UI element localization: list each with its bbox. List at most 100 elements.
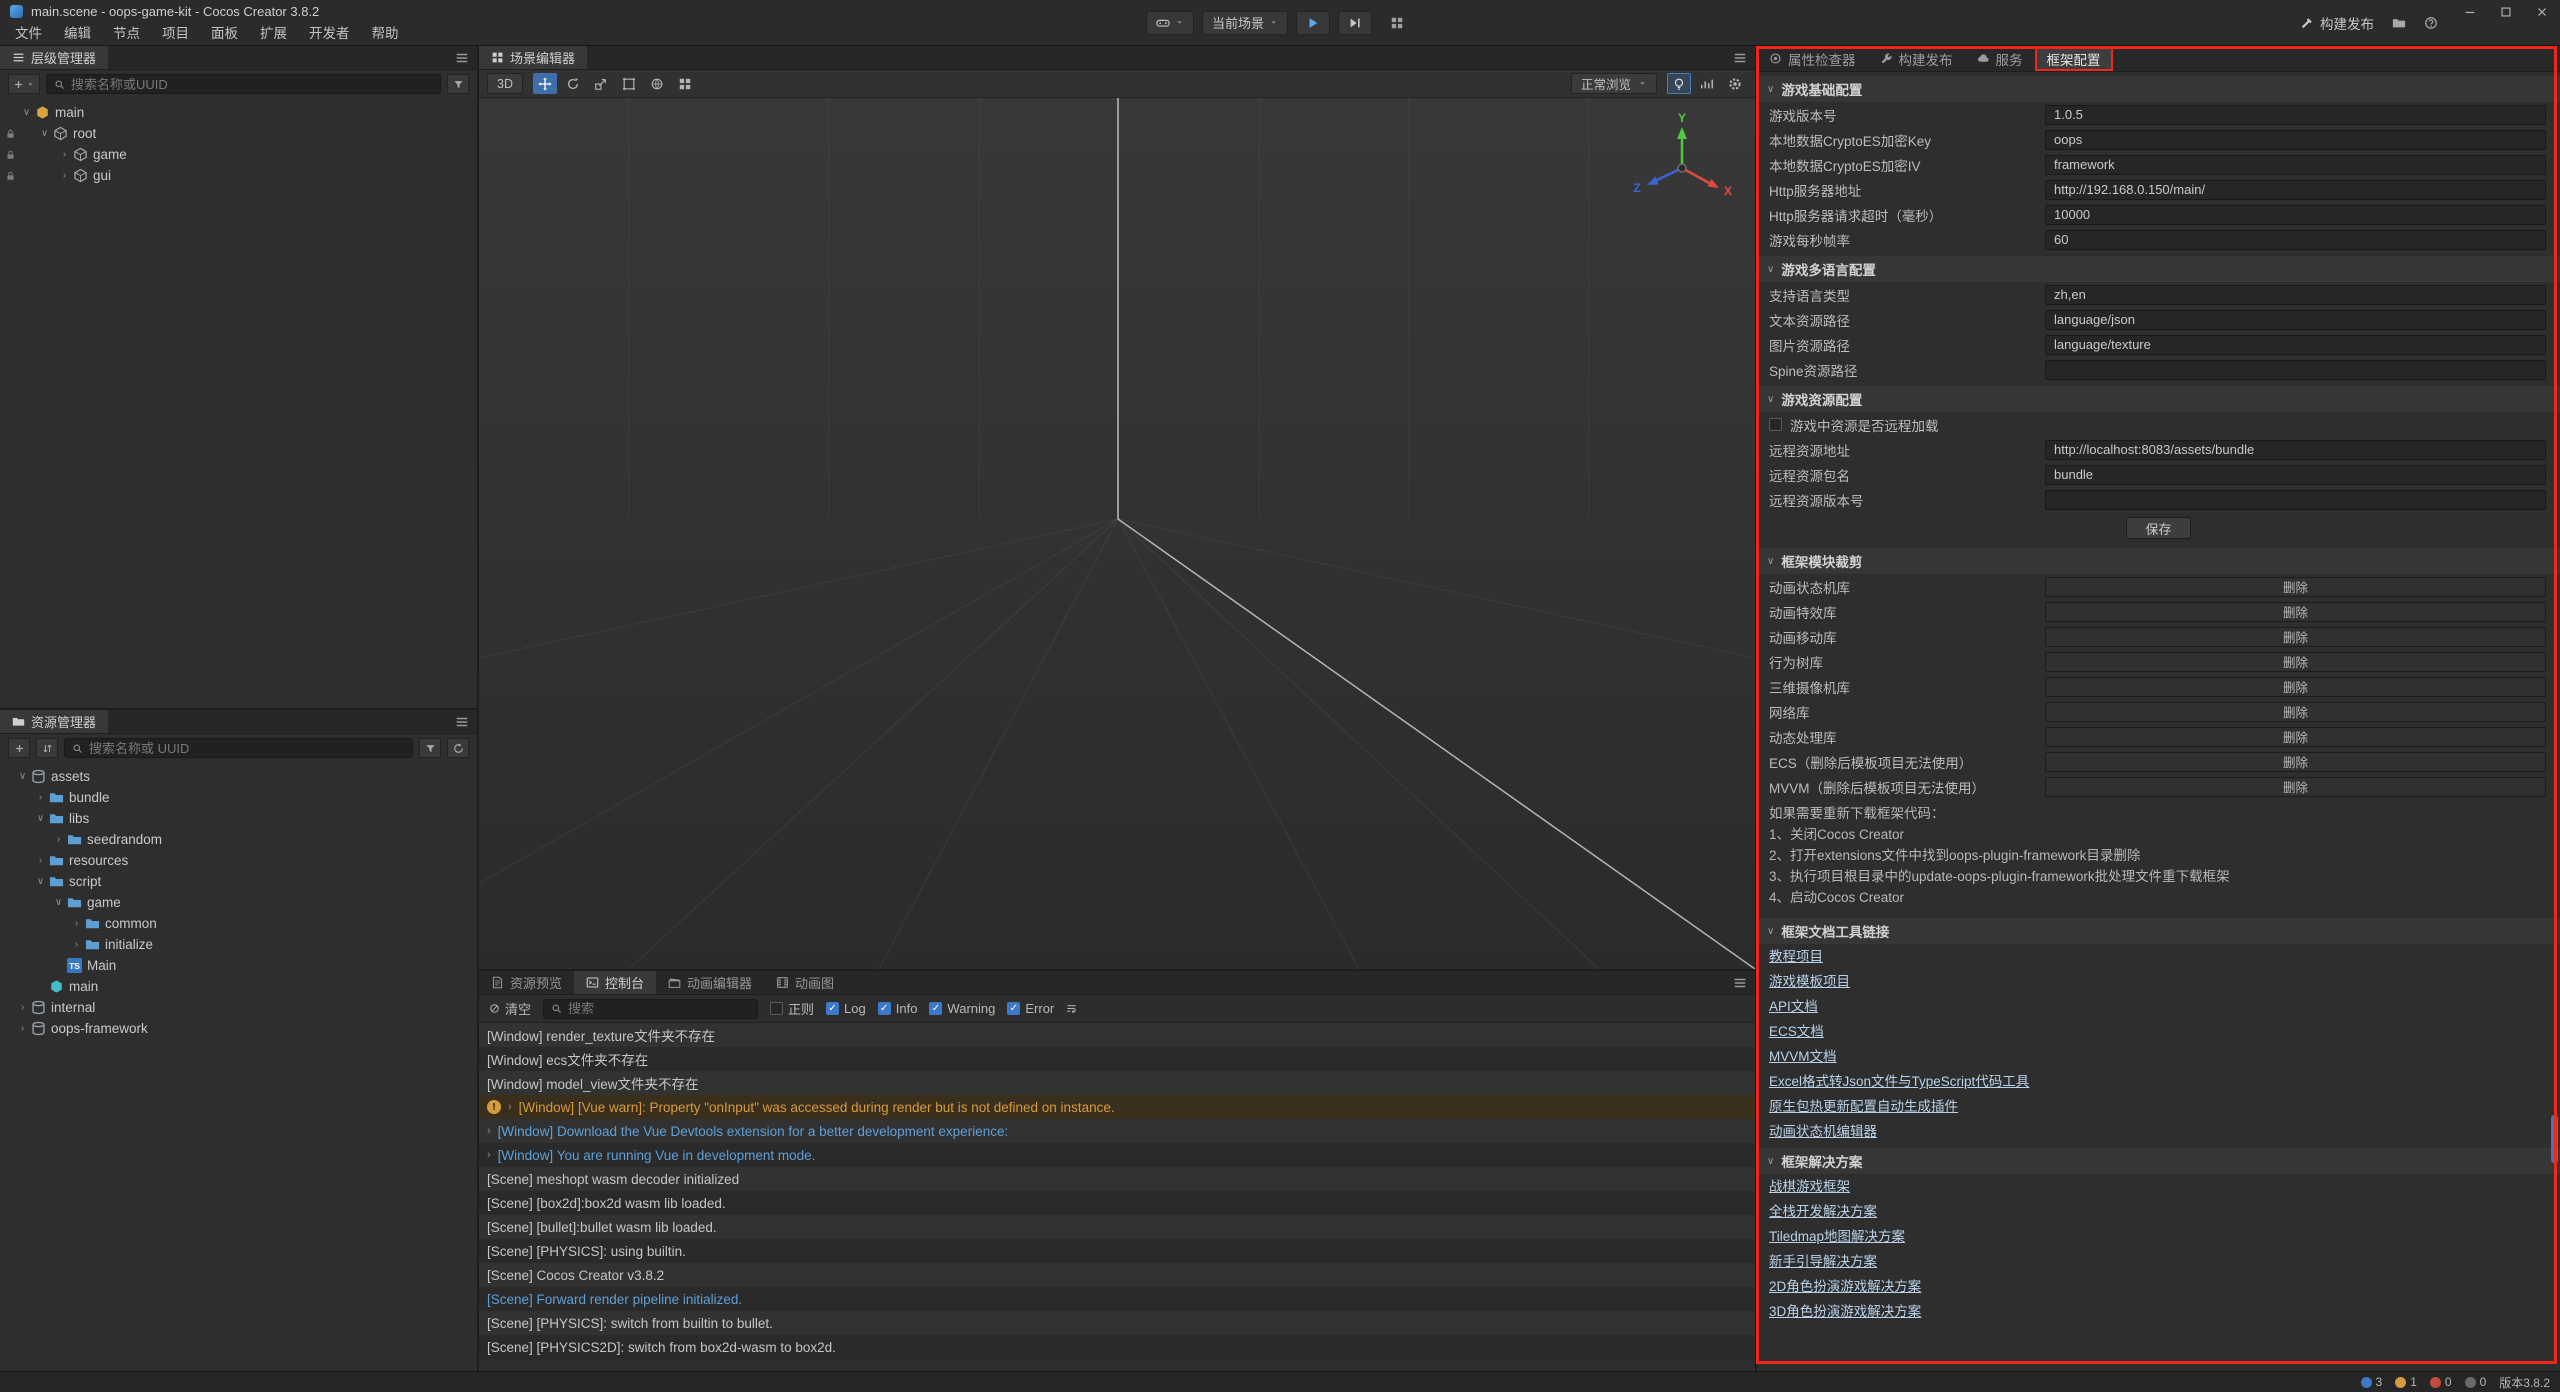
console-search[interactable] xyxy=(543,999,758,1019)
menu-file[interactable]: 文件 xyxy=(4,22,53,46)
text-res-path-input[interactable] xyxy=(2045,310,2546,330)
hierarchy-search[interactable] xyxy=(46,74,441,94)
tab-framework-config[interactable]: 框架配置 xyxy=(2035,46,2113,71)
log-entry-info[interactable]: › [Window] You are running Vue in develo… xyxy=(479,1143,1755,1167)
link-mvvm-docs[interactable]: MVVM文档 xyxy=(1769,1044,1837,1069)
error-count-badge[interactable]: 0 xyxy=(2430,1375,2452,1389)
minimize-button[interactable] xyxy=(2452,0,2488,24)
spine-res-path-input[interactable] xyxy=(2045,360,2546,380)
tab-animation-editor[interactable]: 动画编辑器 xyxy=(656,971,764,994)
menu-panel[interactable]: 面板 xyxy=(200,22,249,46)
delete-camera-button[interactable]: 删除 xyxy=(2045,677,2546,697)
remote-res-url-input[interactable] xyxy=(2045,440,2546,460)
delete-animator-button[interactable]: 删除 xyxy=(2045,577,2546,597)
panel-menu-icon[interactable] xyxy=(1725,46,1755,69)
play-button[interactable] xyxy=(1296,11,1330,35)
log-entry[interactable]: [Scene] [PHYSICS]: using builtin. xyxy=(479,1239,1755,1263)
expand-chevron-icon[interactable]: › xyxy=(508,1101,512,1113)
tree-row[interactable]: › gui xyxy=(0,165,477,186)
log-checkbox[interactable] xyxy=(826,1002,839,1015)
frame-rate-input[interactable] xyxy=(2045,230,2546,250)
filter-error[interactable]: Error xyxy=(1007,1001,1054,1016)
tree-row[interactable]: › oops-framework xyxy=(0,1018,477,1039)
crypto-iv-input[interactable] xyxy=(2045,155,2546,175)
tab-console[interactable]: 控制台 xyxy=(574,971,656,994)
log-entry[interactable]: [Window] model_view文件夹不存在 xyxy=(479,1071,1755,1095)
tab-hierarchy[interactable]: 层级管理器 xyxy=(0,46,108,69)
project-folder-button[interactable] xyxy=(2392,16,2406,30)
panel-menu-icon[interactable] xyxy=(1725,971,1755,994)
link-template-project[interactable]: 游戏模板项目 xyxy=(1769,969,1850,994)
tree-row[interactable]: › game xyxy=(0,144,477,165)
menu-help[interactable]: 帮助 xyxy=(361,22,410,46)
expander-icon[interactable]: › xyxy=(32,855,49,866)
misc-count-badge[interactable]: 0 xyxy=(2465,1375,2487,1389)
remote-version-input[interactable] xyxy=(2045,490,2546,510)
delete-effect-button[interactable]: 删除 xyxy=(2045,602,2546,622)
link-ecs-docs[interactable]: ECS文档 xyxy=(1769,1019,1824,1044)
hierarchy-search-input[interactable] xyxy=(71,77,433,92)
expander-icon[interactable]: › xyxy=(56,170,73,181)
tree-row[interactable]: › bundle xyxy=(0,787,477,808)
clear-console-button[interactable]: 清空 xyxy=(489,999,531,1018)
expander-icon[interactable]: › xyxy=(68,939,85,950)
expander-icon[interactable]: › xyxy=(56,149,73,160)
game-version-input[interactable] xyxy=(2045,105,2546,125)
tab-animation-graph[interactable]: 动画图 xyxy=(764,971,846,994)
panel-menu-icon[interactable] xyxy=(447,710,477,733)
log-entry[interactable]: [Scene] [box2d]:box2d wasm lib loaded. xyxy=(479,1191,1755,1215)
tab-scene-editor[interactable]: 场景编辑器 xyxy=(479,46,587,69)
axis-x-cone[interactable] xyxy=(1708,179,1720,188)
link-3d-rpg-solution[interactable]: 3D角色扮演游戏解决方案 xyxy=(1769,1299,1921,1324)
error-checkbox[interactable] xyxy=(1007,1002,1020,1015)
section-language-config[interactable]: ∨ 游戏多语言配置 xyxy=(1757,256,2560,282)
crypto-key-input[interactable] xyxy=(2045,130,2546,150)
expander-icon[interactable]: › xyxy=(14,1002,31,1013)
link-hotupdate-plugin[interactable]: 原生包热更新配置自动生成插件 xyxy=(1769,1094,1958,1119)
step-button[interactable] xyxy=(1338,11,1372,35)
log-entry[interactable]: [Scene] Cocos Creator v3.8.2 xyxy=(479,1263,1755,1287)
menu-developer[interactable]: 开发者 xyxy=(298,22,361,46)
delete-mvvm-button[interactable]: 删除 xyxy=(2045,777,2546,797)
regex-toggle[interactable]: 正则 xyxy=(770,999,814,1018)
rotate-tool-button[interactable] xyxy=(561,73,585,94)
tree-row[interactable]: ∨ game xyxy=(0,892,477,913)
lock-icon[interactable] xyxy=(5,149,16,160)
expander-icon[interactable]: ∨ xyxy=(32,813,49,824)
expander-icon[interactable]: ∨ xyxy=(36,128,53,139)
tab-property-inspector[interactable]: 属性检查器 xyxy=(1757,46,1868,71)
remote-bundle-name-input[interactable] xyxy=(2045,465,2546,485)
delete-dynamic-button[interactable]: 删除 xyxy=(2045,727,2546,747)
menu-edit[interactable]: 编辑 xyxy=(53,22,102,46)
expander-icon[interactable]: › xyxy=(14,1023,31,1034)
delete-network-button[interactable]: 删除 xyxy=(2045,702,2546,722)
scene-settings-button[interactable] xyxy=(1723,73,1747,94)
create-node-button[interactable] xyxy=(8,74,40,94)
http-timeout-input[interactable] xyxy=(2045,205,2546,225)
warning-count-badge[interactable]: 1 xyxy=(2395,1375,2417,1389)
delete-behavior-tree-button[interactable]: 删除 xyxy=(2045,652,2546,672)
hierarchy-filter-button[interactable] xyxy=(447,74,469,94)
panel-menu-icon[interactable] xyxy=(447,46,477,69)
filter-info[interactable]: Info xyxy=(878,1001,918,1016)
link-api-docs[interactable]: API文档 xyxy=(1769,994,1818,1019)
section-module-trim[interactable]: ∨ 框架模块裁剪 xyxy=(1757,548,2560,574)
image-res-path-input[interactable] xyxy=(2045,335,2546,355)
section-solutions[interactable]: ∨ 框架解决方案 xyxy=(1757,1148,2560,1174)
tree-row[interactable]: main xyxy=(0,976,477,997)
preview-target-button[interactable] xyxy=(1146,11,1194,35)
section-resource-config[interactable]: ∨ 游戏资源配置 xyxy=(1757,386,2560,412)
expander-icon[interactable]: › xyxy=(50,834,67,845)
expander-icon[interactable]: ∨ xyxy=(18,107,35,118)
log-entry[interactable]: [Scene] meshopt wasm decoder initialized xyxy=(479,1167,1755,1191)
sort-assets-button[interactable] xyxy=(36,738,58,758)
tree-row[interactable]: ∨ assets xyxy=(0,766,477,787)
warning-checkbox[interactable] xyxy=(929,1002,942,1015)
close-button[interactable] xyxy=(2524,0,2560,24)
tree-row[interactable]: TS Main xyxy=(0,955,477,976)
inspector-scrollbar[interactable] xyxy=(2551,1115,2558,1163)
axis-z-cone[interactable] xyxy=(1647,177,1659,186)
language-types-input[interactable] xyxy=(2045,285,2546,305)
move-tool-button[interactable] xyxy=(533,73,557,94)
expand-chevron-icon[interactable]: › xyxy=(487,1149,491,1161)
